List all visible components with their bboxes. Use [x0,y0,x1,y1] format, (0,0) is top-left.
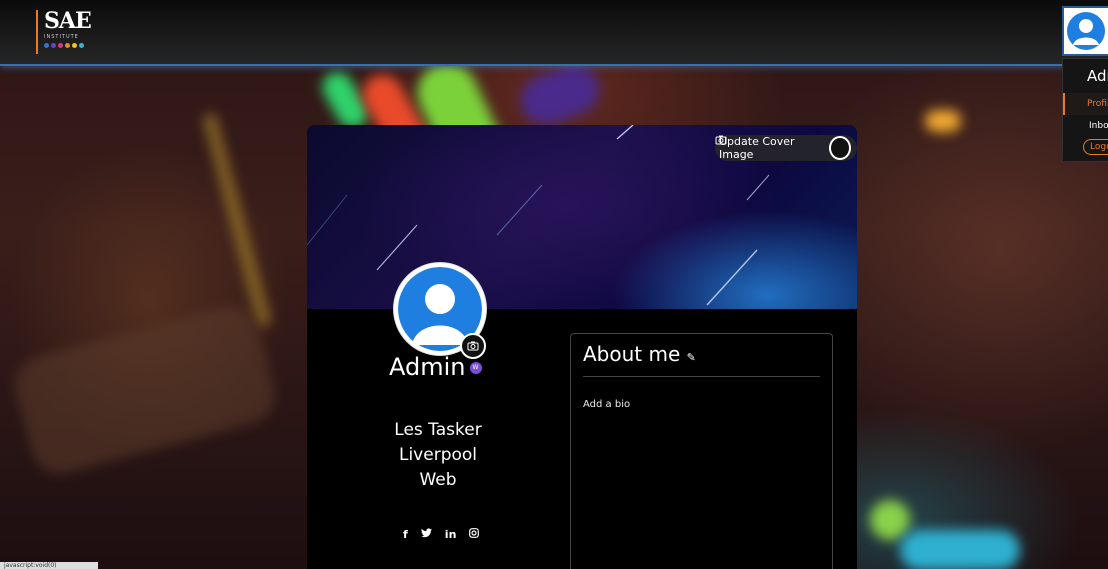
logo-text: SAE [44,8,92,34]
logo-dot [51,43,56,48]
logo-dot [44,43,49,48]
about-me-heading: About me ✎ [583,334,820,377]
profile-department: Web [419,470,457,490]
facebook-icon[interactable]: f [403,528,408,541]
logout-button[interactable]: Logout [1083,139,1108,155]
logo-dot [65,43,70,48]
bio-placeholder[interactable]: Add a bio [571,377,832,432]
profile-name-text: Admin [389,353,466,381]
profile-location: Liverpool [398,445,478,465]
profile-name: Admin W [389,353,482,381]
logo-dot [72,43,77,48]
logo-dot [58,43,63,48]
user-avatar-icon [1067,12,1105,50]
instagram-icon[interactable] [469,528,480,541]
camera-icon [715,135,851,160]
about-me-panel: About me ✎ Add a bio [570,333,833,569]
dropdown-item-profile[interactable]: Profile [1063,93,1108,115]
about-me-title: About me [583,342,681,366]
profile-card: Update Cover Image Admin W Les Tasker Liv… [307,125,857,569]
dropdown-username: Admin [1087,67,1108,85]
edit-pencil-icon[interactable]: ✎ [687,351,696,364]
social-links: f in [403,528,480,541]
update-cover-image-button[interactable]: Update Cover Image [715,135,857,161]
logo-dot [79,43,84,48]
user-dropdown-menu: Admin Profile Inbox Logout [1062,58,1108,162]
profile-info: Les Tasker Liverpool Web [347,418,529,493]
sae-logo[interactable]: SAE INSTITUTE [36,10,104,54]
top-navbar: SAE INSTITUTE [0,0,1108,66]
role-badge-icon: W [469,362,482,374]
twitter-icon[interactable] [420,528,432,541]
logo-subtext: INSTITUTE [44,34,79,40]
cover-image: Update Cover Image [307,125,857,309]
camera-icon [467,341,479,351]
linkedin-icon[interactable]: in [445,528,457,541]
dropdown-item-inbox[interactable]: Inbox [1063,115,1108,131]
browser-status-bar: javascript:void(0) [0,562,98,569]
user-avatar-button[interactable] [1062,6,1108,56]
profile-full-name: Les Tasker [394,420,482,440]
update-cover-label: Update Cover Image [719,135,795,161]
logo-dots [44,43,104,48]
